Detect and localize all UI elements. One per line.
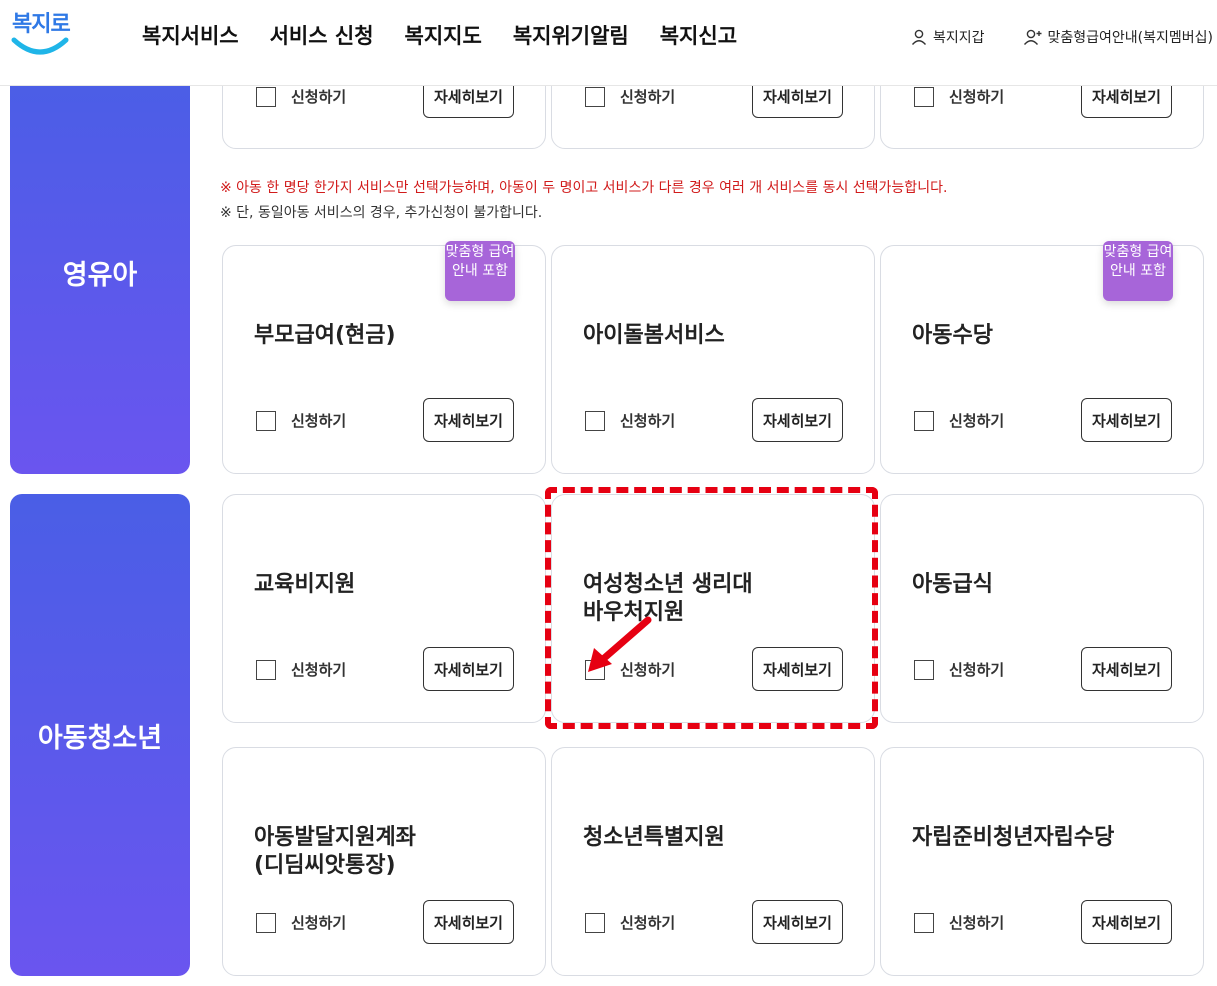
apply-checkbox[interactable]: 신청하기 bbox=[256, 659, 346, 680]
user-icon bbox=[911, 29, 927, 45]
detail-button[interactable]: 자세히보기 bbox=[752, 398, 843, 442]
apply-label: 신청하기 bbox=[620, 661, 676, 679]
detail-button[interactable]: 자세히보기 bbox=[1081, 900, 1172, 944]
card-title: 아동급식 bbox=[912, 572, 993, 597]
checkbox-box[interactable] bbox=[256, 86, 276, 107]
nav-welfare-map[interactable]: 복지지도 bbox=[405, 20, 482, 50]
detail-button[interactable]: 자세히보기 bbox=[1081, 398, 1172, 442]
detail-button[interactable]: 자세히보기 bbox=[752, 900, 843, 944]
checkbox-box[interactable] bbox=[585, 410, 605, 431]
notice-duplicate-rule: ※ 단, 동일아동 서비스의 경우, 추가신청이 불가합니다. bbox=[220, 205, 543, 221]
category-infant: 영유아 bbox=[10, 70, 190, 474]
apply-checkbox[interactable]: 신청하기 bbox=[585, 86, 675, 107]
card-title: 청소년특별지원 bbox=[583, 825, 725, 850]
apply-checkbox[interactable]: 신청하기 bbox=[585, 410, 675, 431]
apply-label: 신청하기 bbox=[949, 914, 1005, 932]
service-card-education: 교육비지원 신청하기 자세히보기 bbox=[222, 494, 546, 723]
checkbox-box[interactable] bbox=[585, 86, 605, 107]
category-youth-label: 아동청소년 bbox=[37, 722, 163, 754]
main-nav: 복지서비스 서비스 신청 복지지도 복지위기알림 복지신고 bbox=[142, 20, 737, 50]
apply-checkbox[interactable]: 신청하기 bbox=[256, 912, 346, 933]
checkbox-box[interactable] bbox=[585, 912, 605, 933]
detail-button[interactable]: 자세히보기 bbox=[752, 647, 843, 691]
category-infant-label: 영유아 bbox=[62, 259, 138, 291]
card-title: 교육비지원 bbox=[254, 572, 356, 597]
apply-checkbox[interactable]: 신청하기 bbox=[914, 410, 1004, 431]
card-title: 부모급여(현금) bbox=[254, 323, 396, 348]
nav-crisis-alert[interactable]: 복지위기알림 bbox=[513, 20, 629, 50]
checkbox-box[interactable] bbox=[914, 410, 934, 431]
detail-button[interactable]: 자세히보기 bbox=[423, 900, 514, 944]
membership-link[interactable]: 맞춤형급여안내(복지멤버십) bbox=[1023, 27, 1213, 47]
service-card-meal: 아동급식 신청하기 자세히보기 bbox=[880, 494, 1204, 723]
detail-button[interactable]: 자세히보기 bbox=[423, 398, 514, 442]
checkbox-box[interactable] bbox=[914, 659, 934, 680]
checkbox-box[interactable] bbox=[256, 410, 276, 431]
customized-benefit-badge: 맞춤형 급여안내 포함 bbox=[1103, 241, 1173, 301]
card-title: 여성청소년 생리대 바우처지원 bbox=[583, 572, 753, 625]
apply-label: 신청하기 bbox=[620, 88, 676, 106]
detail-button[interactable]: 자세히보기 bbox=[423, 647, 514, 691]
site-header: 복지로 복지서비스 서비스 신청 복지지도 복지위기알림 복지신고 복지지갑 맞… bbox=[0, 0, 1217, 86]
wallet-label: 복지지갑 bbox=[932, 30, 985, 46]
utility-menu: 복지지갑 맞춤형급여안내(복지멤버십) bbox=[910, 27, 1213, 47]
nav-service-apply[interactable]: 서비스 신청 bbox=[270, 20, 374, 50]
checkbox-box[interactable] bbox=[914, 86, 934, 107]
nav-welfare-report[interactable]: 복지신고 bbox=[660, 20, 737, 50]
service-card-sanitary-voucher: 여성청소년 생리대 바우처지원 신청하기 자세히보기 bbox=[551, 494, 875, 723]
customized-benefit-badge: 맞춤형 급여안내 포함 bbox=[445, 241, 515, 301]
wallet-link[interactable]: 복지지갑 bbox=[910, 27, 985, 47]
membership-label: 맞춤형급여안내(복지멤버십) bbox=[1047, 30, 1213, 46]
service-card-childcare: 아이돌봄서비스 신청하기 자세히보기 bbox=[551, 245, 875, 474]
user-plus-icon bbox=[1023, 29, 1042, 45]
apply-checkbox[interactable]: 신청하기 bbox=[914, 912, 1004, 933]
apply-checkbox[interactable]: 신청하기 bbox=[256, 410, 346, 431]
service-card-didim: 아동발달지원계좌(디딤씨앗통장) 신청하기 자세히보기 bbox=[222, 747, 546, 976]
service-card-teen-special: 청소년특별지원 신청하기 자세히보기 bbox=[551, 747, 875, 976]
checkbox-box[interactable] bbox=[256, 912, 276, 933]
apply-label: 신청하기 bbox=[291, 914, 347, 932]
apply-checkbox[interactable]: 신청하기 bbox=[585, 912, 675, 933]
logo[interactable]: 복지로 bbox=[8, 4, 71, 64]
notice-selection-rule: ※ 아동 한 명당 한가지 서비스만 선택가능하며, 아동이 두 명이고 서비스… bbox=[220, 180, 948, 196]
nav-welfare-services[interactable]: 복지서비스 bbox=[142, 20, 239, 50]
apply-label: 신청하기 bbox=[291, 88, 347, 106]
checkbox-box[interactable] bbox=[914, 912, 934, 933]
apply-checkbox[interactable]: 신청하기 bbox=[256, 86, 346, 107]
card-title: 아동수당 bbox=[912, 323, 993, 348]
apply-checkbox[interactable]: 신청하기 bbox=[914, 659, 1004, 680]
apply-label: 신청하기 bbox=[949, 661, 1005, 679]
apply-label: 신청하기 bbox=[291, 661, 347, 679]
apply-checkbox[interactable]: 신청하기 bbox=[914, 86, 1004, 107]
apply-label: 신청하기 bbox=[291, 412, 347, 430]
detail-button[interactable]: 자세히보기 bbox=[1081, 647, 1172, 691]
service-card-independence: 자립준비청년자립수당 신청하기 자세히보기 bbox=[880, 747, 1204, 976]
category-youth: 아동청소년 bbox=[10, 494, 190, 976]
service-card-parent-benefit: 맞춤형 급여안내 포함 부모급여(현금) 신청하기 자세히보기 bbox=[222, 241, 546, 474]
card-title: 아동발달지원계좌(디딤씨앗통장) bbox=[254, 825, 416, 878]
apply-label: 신청하기 bbox=[620, 412, 676, 430]
apply-label: 신청하기 bbox=[949, 412, 1005, 430]
card-title: 자립준비청년자립수당 bbox=[912, 825, 1115, 850]
apply-checkbox[interactable]: 신청하기 bbox=[585, 659, 675, 680]
checkbox-box[interactable] bbox=[256, 659, 276, 680]
logo-smile-icon bbox=[11, 37, 69, 55]
apply-label: 신청하기 bbox=[620, 914, 676, 932]
apply-label: 신청하기 bbox=[949, 88, 1005, 106]
card-title: 아이돌봄서비스 bbox=[583, 323, 725, 348]
checkbox-box[interactable] bbox=[585, 659, 605, 680]
service-card-child-allowance: 맞춤형 급여안내 포함 아동수당 신청하기 자세히보기 bbox=[880, 241, 1204, 474]
